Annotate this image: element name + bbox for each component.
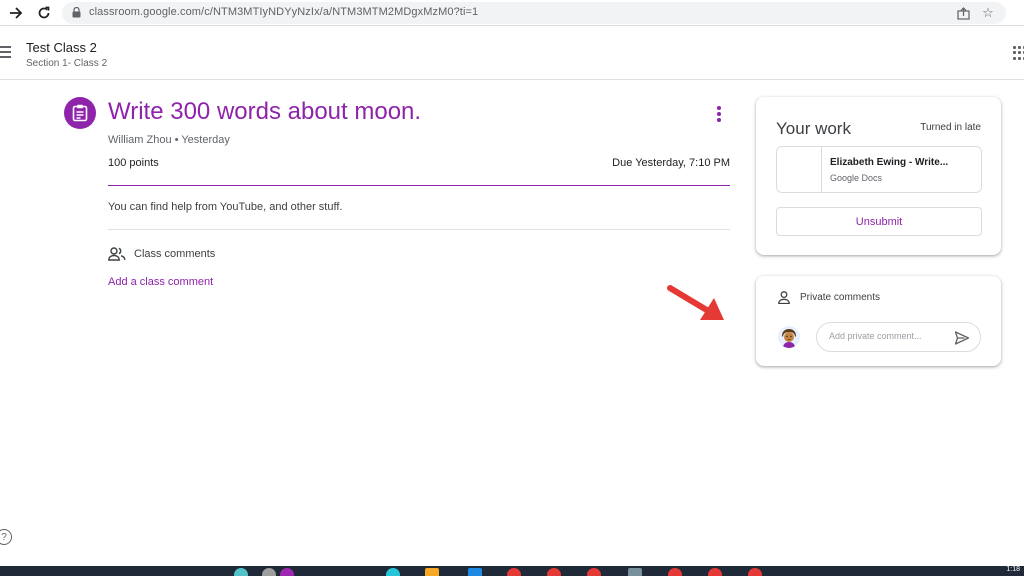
apps-grid-icon[interactable] [1013,46,1024,60]
class-comments-label: Class comments [134,248,216,260]
classroom-header: Test Class 2 Section 1- Class 2 [0,27,1024,80]
send-icon[interactable] [954,330,970,346]
taskbar-app-icon[interactable] [468,568,482,576]
back-arrow-icon[interactable] [6,3,26,23]
taskbar-app-icon[interactable] [668,568,682,576]
address-bar[interactable]: classroom.google.com/c/NTM3MTIyNDYyNzIx/… [62,2,1006,24]
lock-icon [72,7,81,18]
private-comments-header: Private comments [778,291,880,304]
your-work-card: Your work Turned in late Elizabeth Ewing… [756,97,1001,255]
avatar [778,326,800,348]
add-class-comment-link[interactable]: Add a class comment [108,276,213,288]
help-icon[interactable]: ? [0,529,12,545]
url-text: classroom.google.com/c/NTM3MTIyNDYyNzIx/… [89,6,479,18]
annotation-arrow-icon [667,285,724,320]
taskbar-app-icon[interactable] [628,568,642,576]
attachment-name: Elizabeth Ewing - Write... [830,157,949,168]
author-line: William Zhou • Yesterday [108,134,230,146]
star-icon[interactable]: ☆ [980,5,996,21]
divider [108,185,730,186]
status-badge: Turned in late [920,122,981,133]
attachment-card[interactable]: Elizabeth Ewing - Write... Google Docs [776,146,982,193]
points: 100 points [108,157,159,169]
taskbar-app-icon[interactable] [262,568,276,576]
taskbar-app-icon[interactable] [234,568,248,576]
assignment-icon [64,97,96,129]
taskbar-app-icon[interactable] [708,568,722,576]
taskbar-app-icon[interactable] [507,568,521,576]
attachment-type: Google Docs [830,173,883,183]
os-taskbar: 1:18 [0,566,1024,576]
share-icon[interactable] [955,5,971,21]
taskbar-app-icon[interactable] [425,568,439,576]
your-work-title: Your work [776,119,851,138]
class-section: Section 1- Class 2 [26,58,108,69]
taskbar-app-icon[interactable] [748,568,762,576]
assignment-title: Write 300 words about moon. [108,98,422,125]
taskbar-app-icon[interactable] [386,568,400,576]
private-comments-card: Private comments [756,276,1001,366]
taskbar-app-icon[interactable] [587,568,601,576]
people-icon [108,247,126,261]
browser-toolbar: classroom.google.com/c/NTM3MTIyNDYyNzIx/… [0,0,1024,26]
taskbar-app-icon[interactable] [547,568,561,576]
class-comments-header: Class comments [108,246,215,262]
divider [108,229,730,230]
class-name[interactable]: Test Class 2 [26,40,97,55]
person-icon [778,291,790,304]
more-vert-icon[interactable] [714,106,724,122]
private-comment-field[interactable] [816,322,981,352]
private-comments-label: Private comments [800,292,881,303]
due-date: Due Yesterday, 7:10 PM [612,157,730,169]
private-comment-input[interactable] [829,331,944,341]
menu-icon[interactable] [0,46,12,58]
reload-icon[interactable] [34,3,54,23]
attachment-thumbnail [777,147,822,192]
unsubmit-button[interactable]: Unsubmit [776,207,982,236]
assignment-description: You can find help from YouTube, and othe… [108,201,343,213]
taskbar-clock: 1:18 [1006,566,1020,573]
taskbar-app-icon[interactable] [280,568,294,576]
